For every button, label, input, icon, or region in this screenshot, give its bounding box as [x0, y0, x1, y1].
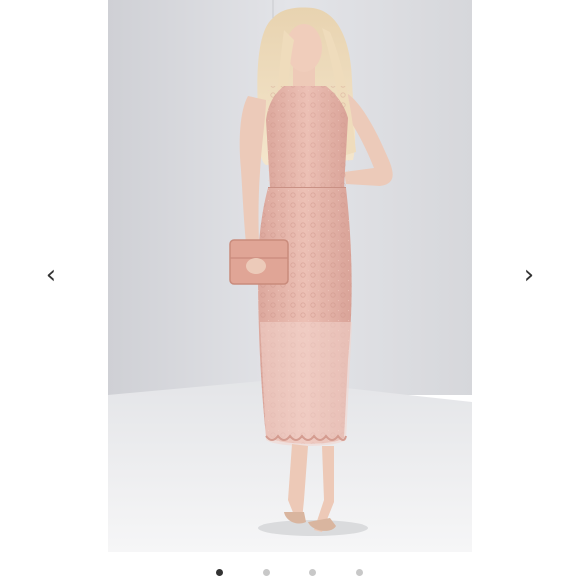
next-image-button[interactable]: › [514, 258, 544, 292]
product-photo[interactable] [108, 0, 472, 552]
pagination-dot[interactable] [356, 569, 363, 576]
previous-image-button[interactable]: ‹ [36, 258, 66, 292]
pagination-dots [0, 569, 580, 577]
pagination-dot[interactable] [263, 569, 270, 576]
chevron-left-icon: ‹ [45, 260, 57, 290]
chevron-right-icon: › [523, 260, 535, 290]
product-photo-illustration [108, 0, 472, 552]
image-carousel: ‹ › [0, 0, 580, 580]
pagination-dot[interactable] [216, 569, 223, 576]
pagination-dot[interactable] [309, 569, 316, 576]
